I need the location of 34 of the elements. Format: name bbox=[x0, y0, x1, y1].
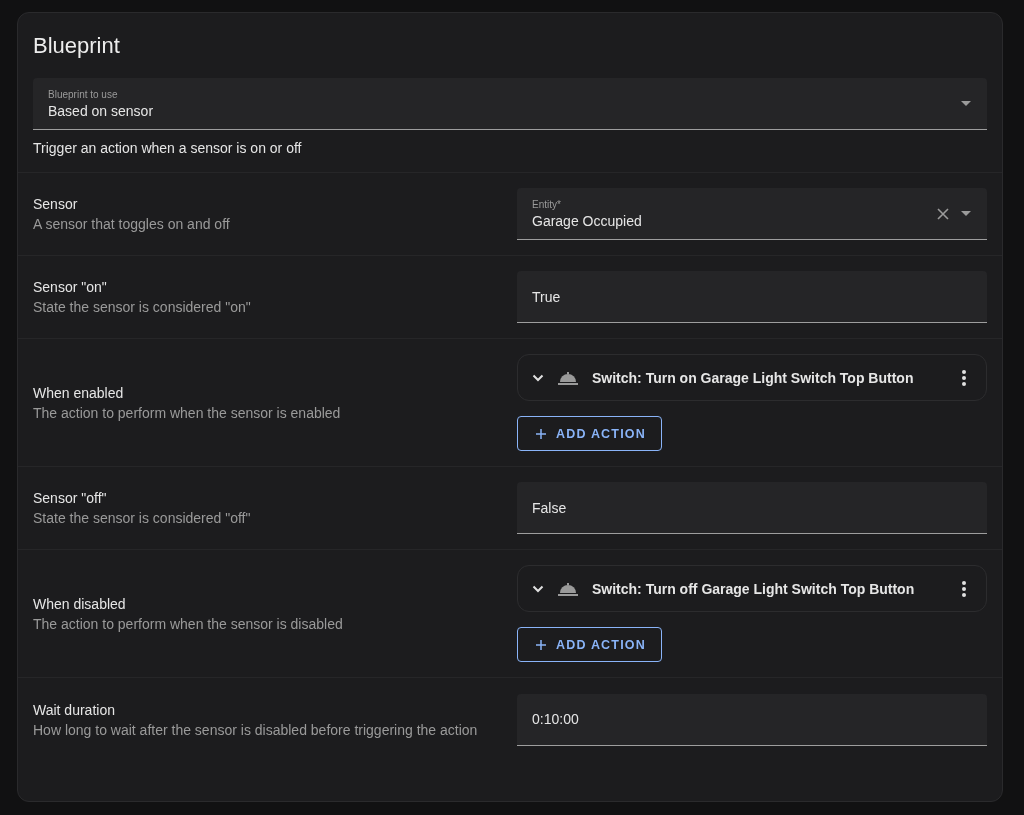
input-description: State the sensor is considered "on" bbox=[33, 299, 252, 315]
input-description: State the sensor is considered "off" bbox=[33, 510, 252, 526]
input-name: Sensor bbox=[33, 196, 79, 212]
input-description: The action to perform when the sensor is enabled bbox=[33, 404, 342, 421]
chevron-down-icon[interactable] bbox=[532, 373, 544, 382]
input-description: How long to wait after the sensor is disabled before triggering the action bbox=[33, 721, 479, 738]
input-description: The action to perform when the sensor is disabled bbox=[33, 615, 344, 632]
dropdown-arrow-icon[interactable] bbox=[961, 211, 971, 216]
entity-picker[interactable]: Entity* Garage Occupied bbox=[517, 188, 987, 240]
text-field[interactable]: True bbox=[517, 271, 987, 323]
action-row[interactable]: Switch: Turn off Garage Light Switch Top Button bbox=[517, 565, 987, 612]
input-name: When disabled bbox=[33, 595, 127, 612]
text-field[interactable]: 0:10:00 bbox=[517, 693, 987, 746]
blueprint-select[interactable]: Blueprint to use Based on sensor bbox=[33, 78, 987, 130]
action-row[interactable]: Switch: Turn on Garage Light Switch Top Button bbox=[517, 354, 987, 401]
input-name: Sensor "off" bbox=[33, 490, 108, 506]
bell-icon bbox=[558, 370, 578, 385]
input-name: Wait duration bbox=[33, 701, 116, 718]
plus-icon bbox=[536, 428, 546, 439]
blueprint-description: Trigger an action when a sensor is on or off bbox=[33, 140, 303, 156]
bell-icon bbox=[558, 581, 578, 596]
add-action-button[interactable]: ADD ACTION bbox=[517, 416, 662, 451]
input-name: Sensor "on" bbox=[33, 279, 108, 295]
input-description: A sensor that toggles on and off bbox=[33, 216, 231, 232]
input-name: When enabled bbox=[33, 384, 125, 401]
close-icon[interactable] bbox=[937, 207, 949, 220]
dropdown-arrow-icon bbox=[961, 101, 971, 106]
text-field[interactable]: False bbox=[517, 482, 987, 534]
card-title: Blueprint bbox=[33, 33, 121, 59]
plus-icon bbox=[536, 639, 546, 650]
chevron-down-icon[interactable] bbox=[532, 584, 544, 593]
more-options-icon[interactable] bbox=[962, 369, 966, 386]
add-action-button[interactable]: ADD ACTION bbox=[517, 627, 662, 662]
more-options-icon[interactable] bbox=[962, 580, 966, 597]
